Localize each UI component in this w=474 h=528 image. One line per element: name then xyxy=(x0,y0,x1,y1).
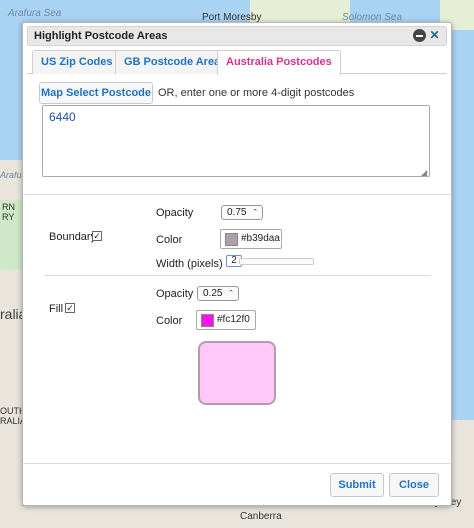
map-label-rn: RN xyxy=(2,202,15,212)
fill-opacity-select[interactable]: 0.25 ⌃ xyxy=(197,286,239,301)
fill-opacity-value: 0.25 xyxy=(203,288,223,299)
boundary-color-picker[interactable]: #b39daa xyxy=(220,229,282,249)
divider xyxy=(23,194,451,195)
close-button[interactable]: Close xyxy=(389,473,439,497)
submit-button[interactable]: Submit xyxy=(330,473,384,497)
postcodes-input[interactable] xyxy=(42,105,430,177)
resize-grip-icon[interactable]: ◢ xyxy=(421,168,427,177)
boundary-width-label: Width (pixels) xyxy=(156,258,223,270)
boundary-width-slider[interactable] xyxy=(239,258,314,265)
boundary-color-label: Color xyxy=(156,234,183,246)
boundary-opacity-select[interactable]: 0.75 ⌃ xyxy=(221,205,263,220)
minimize-icon[interactable] xyxy=(413,29,426,42)
map-land-south xyxy=(0,506,474,528)
map-label-ry: RY xyxy=(2,212,15,222)
fill-color-swatch xyxy=(201,314,214,327)
map-label-arafura-top: Arafura Sea xyxy=(8,8,62,19)
divider xyxy=(45,275,431,276)
boundary-checkbox[interactable]: ✓ xyxy=(92,231,102,241)
tab-bar: US Zip Codes GB Postcode Area Australia … xyxy=(27,50,447,75)
fill-color-value: #fc12f0 xyxy=(217,314,250,325)
fill-color-picker[interactable]: #fc12f0 xyxy=(196,310,256,330)
tab-gb-postcode-area[interactable]: GB Postcode Area xyxy=(115,50,230,74)
dialog-title: Highlight Postcode Areas xyxy=(34,30,168,42)
fill-color-label: Color xyxy=(156,315,183,327)
highlight-postcode-dialog: Highlight Postcode Areas ✕ US Zip Codes … xyxy=(22,22,452,506)
footer-divider xyxy=(23,463,451,464)
style-preview-box xyxy=(198,341,276,405)
map-land-east xyxy=(452,420,474,528)
boundary-color-swatch xyxy=(225,233,238,246)
boundary-opacity-label: Opacity xyxy=(156,207,194,219)
dialog-titlebar[interactable]: Highlight Postcode Areas ✕ xyxy=(27,26,447,46)
boundary-color-value: #b39daa xyxy=(241,233,280,244)
close-icon[interactable]: ✕ xyxy=(428,29,441,42)
boundary-opacity-value: 0.75 xyxy=(227,207,247,218)
postcode-instructions: OR, enter one or more 4-digit postcodes xyxy=(158,87,355,99)
tab-us-zip-codes[interactable]: US Zip Codes xyxy=(32,50,122,74)
map-select-postcode-button[interactable]: Map Select Postcode xyxy=(39,82,153,104)
map-label-canberra: Canberra xyxy=(240,511,282,522)
updown-arrows-icon: ⌃ xyxy=(252,209,258,216)
boundary-label: Boundary xyxy=(49,231,97,243)
updown-arrows-icon: ⌃ xyxy=(228,290,234,297)
fill-label: Fill xyxy=(49,303,64,315)
map-land-north xyxy=(250,0,350,22)
tab-australia-postcodes[interactable]: Australia Postcodes xyxy=(217,50,341,75)
fill-opacity-label: Opacity xyxy=(156,288,194,300)
fill-checkbox[interactable]: ✓ xyxy=(65,303,75,313)
